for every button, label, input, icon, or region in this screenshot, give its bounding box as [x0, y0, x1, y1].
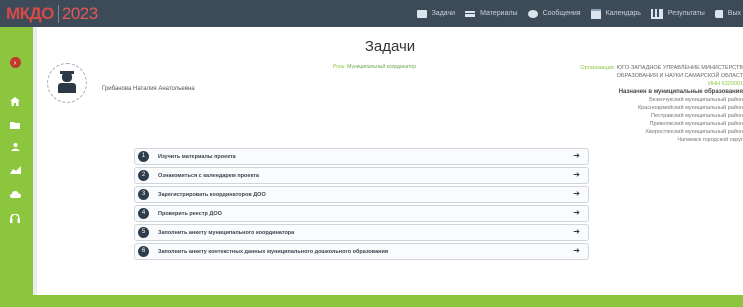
- arrow-right-icon: ›: [9, 56, 21, 68]
- assigned-item: Пестравский муниципальный район: [650, 113, 743, 119]
- stats-icon: [9, 166, 21, 174]
- task-label: Зарегистрировать координаторов ДОО: [158, 191, 266, 198]
- nav-results[interactable]: Результаты: [650, 8, 705, 19]
- task-item[interactable]: 4 Проверить реестр ДОО ➔: [134, 205, 589, 222]
- assigned-item: Хворостянский муниципальный район: [645, 129, 743, 135]
- headset-icon: [10, 213, 20, 223]
- sidebar-item-toggle[interactable]: ›: [9, 56, 21, 68]
- chart-icon: [650, 8, 663, 19]
- nav-tasks[interactable]: Задачи: [416, 9, 456, 18]
- avatar-body: [58, 83, 76, 93]
- sidebar: ›: [0, 27, 33, 307]
- task-item[interactable]: 6 Заполнить анкету контекстных данных му…: [134, 243, 589, 260]
- task-label: Заполнить анкету муниципального координа…: [158, 229, 295, 236]
- folder-icon: [10, 122, 20, 129]
- avatar-head: [62, 73, 72, 82]
- assigned-item: Чапаевск городской округ: [677, 137, 743, 143]
- sidebar-item-stats[interactable]: [9, 165, 21, 175]
- key-icon: [714, 9, 723, 18]
- top-nav: Задачи Материалы Сообщения Календарь Рез…: [416, 0, 743, 27]
- list-icon: [465, 10, 476, 17]
- task-number: 6: [138, 246, 149, 257]
- org-line-2: ОБРАЗОВАНИЯ И НАУКИ САМАРСКОЙ ОБЛАСТ: [616, 73, 743, 79]
- role-key: Роль:: [333, 64, 346, 70]
- avatar: [47, 63, 87, 103]
- user-role: Роль: Муниципальный координатор: [333, 64, 416, 70]
- task-number: 4: [138, 208, 149, 219]
- app-logo[interactable]: МКДО 2023: [0, 0, 104, 27]
- chat-icon: [527, 9, 538, 18]
- logo-divider: [57, 4, 59, 23]
- assigned-item: Красноармейский муниципальный район: [638, 105, 743, 111]
- sidebar-item-upload[interactable]: [9, 189, 21, 199]
- calendar-icon: [590, 8, 601, 19]
- user-name: Грибанова Наталия Анатольевна: [102, 86, 195, 92]
- footer-strip: [33, 295, 743, 307]
- task-label: Проверить реестр ДОО: [158, 210, 222, 217]
- nav-calendar-label: Календарь: [605, 10, 641, 17]
- arrow-right-icon[interactable]: ➔: [573, 151, 580, 160]
- task-label: Изучить материалы проекта: [158, 153, 236, 160]
- organization-block: Организация: ЮГО-ЗАПАДНОЕ УПРАВЛЕНИЕ МИН…: [523, 64, 743, 144]
- task-number: 5: [138, 227, 149, 238]
- arrow-right-icon[interactable]: ➔: [573, 208, 580, 217]
- nav-calendar[interactable]: Календарь: [590, 8, 641, 19]
- task-item[interactable]: 3 Зарегистрировать координаторов ДОО ➔: [134, 186, 589, 203]
- task-item[interactable]: 1 Изучить материалы проекта ➔: [134, 148, 589, 165]
- task-number: 1: [138, 151, 149, 162]
- nav-materials[interactable]: Материалы: [465, 10, 518, 17]
- task-item[interactable]: 2 Ознакомиться с календарем проекта ➔: [134, 167, 589, 184]
- sidebar-item-users[interactable]: [9, 142, 21, 152]
- nav-tasks-label: Задачи: [431, 10, 456, 17]
- nav-messages-label: Сообщения: [542, 10, 581, 17]
- logo-text: МКДО: [6, 3, 54, 23]
- nav-results-label: Результаты: [667, 10, 705, 17]
- assigned-item: Приволжский муниципальный район: [649, 121, 743, 127]
- assigned-item: Безенчукский муниципальный район: [649, 97, 743, 103]
- page-title: Задачи: [364, 38, 416, 55]
- users-icon: [10, 143, 20, 151]
- org-line-1: Организация: ЮГО-ЗАПАДНОЕ УПРАВЛЕНИЕ МИН…: [523, 64, 743, 72]
- task-number: 3: [138, 189, 149, 200]
- logo-year: 2023: [61, 3, 98, 23]
- sidebar-item-support[interactable]: [9, 213, 21, 223]
- arrow-right-icon[interactable]: ➔: [573, 227, 580, 236]
- home-icon: [10, 96, 20, 106]
- nav-logout[interactable]: Вых: [714, 9, 741, 18]
- org-inn: ИНН 6320001: [708, 81, 743, 87]
- nav-logout-label: Вых: [727, 10, 741, 17]
- tasks-icon: [416, 9, 427, 18]
- org-name-1: ЮГО-ЗАПАДНОЕ УПРАВЛЕНИЕ МИНИСТЕРСТВ: [616, 65, 743, 71]
- top-bar: МКДО 2023 Задачи Материалы Сообщения Кал…: [0, 0, 743, 27]
- role-value: Муниципальный координатор: [347, 64, 416, 70]
- cloud-upload-icon: [9, 191, 21, 198]
- sidebar-item-home[interactable]: [9, 96, 21, 106]
- task-number: 2: [138, 170, 149, 181]
- task-label: Заполнить анкету контекстных данных муни…: [158, 248, 389, 255]
- arrow-right-icon[interactable]: ➔: [573, 170, 580, 179]
- task-label: Ознакомиться с календарем проекта: [158, 172, 259, 179]
- assigned-title: Назначен в муниципальные образования: [618, 89, 743, 95]
- nav-messages[interactable]: Сообщения: [527, 9, 581, 18]
- task-list: 1 Изучить материалы проекта ➔ 2 Ознакоми…: [134, 148, 589, 262]
- nav-materials-label: Материалы: [480, 10, 518, 17]
- sidebar-item-folder[interactable]: [9, 120, 21, 130]
- task-item[interactable]: 5 Заполнить анкету муниципального коорди…: [134, 224, 589, 241]
- org-key: Организация:: [580, 65, 616, 71]
- arrow-right-icon[interactable]: ➔: [573, 246, 580, 255]
- arrow-right-icon[interactable]: ➔: [573, 189, 580, 198]
